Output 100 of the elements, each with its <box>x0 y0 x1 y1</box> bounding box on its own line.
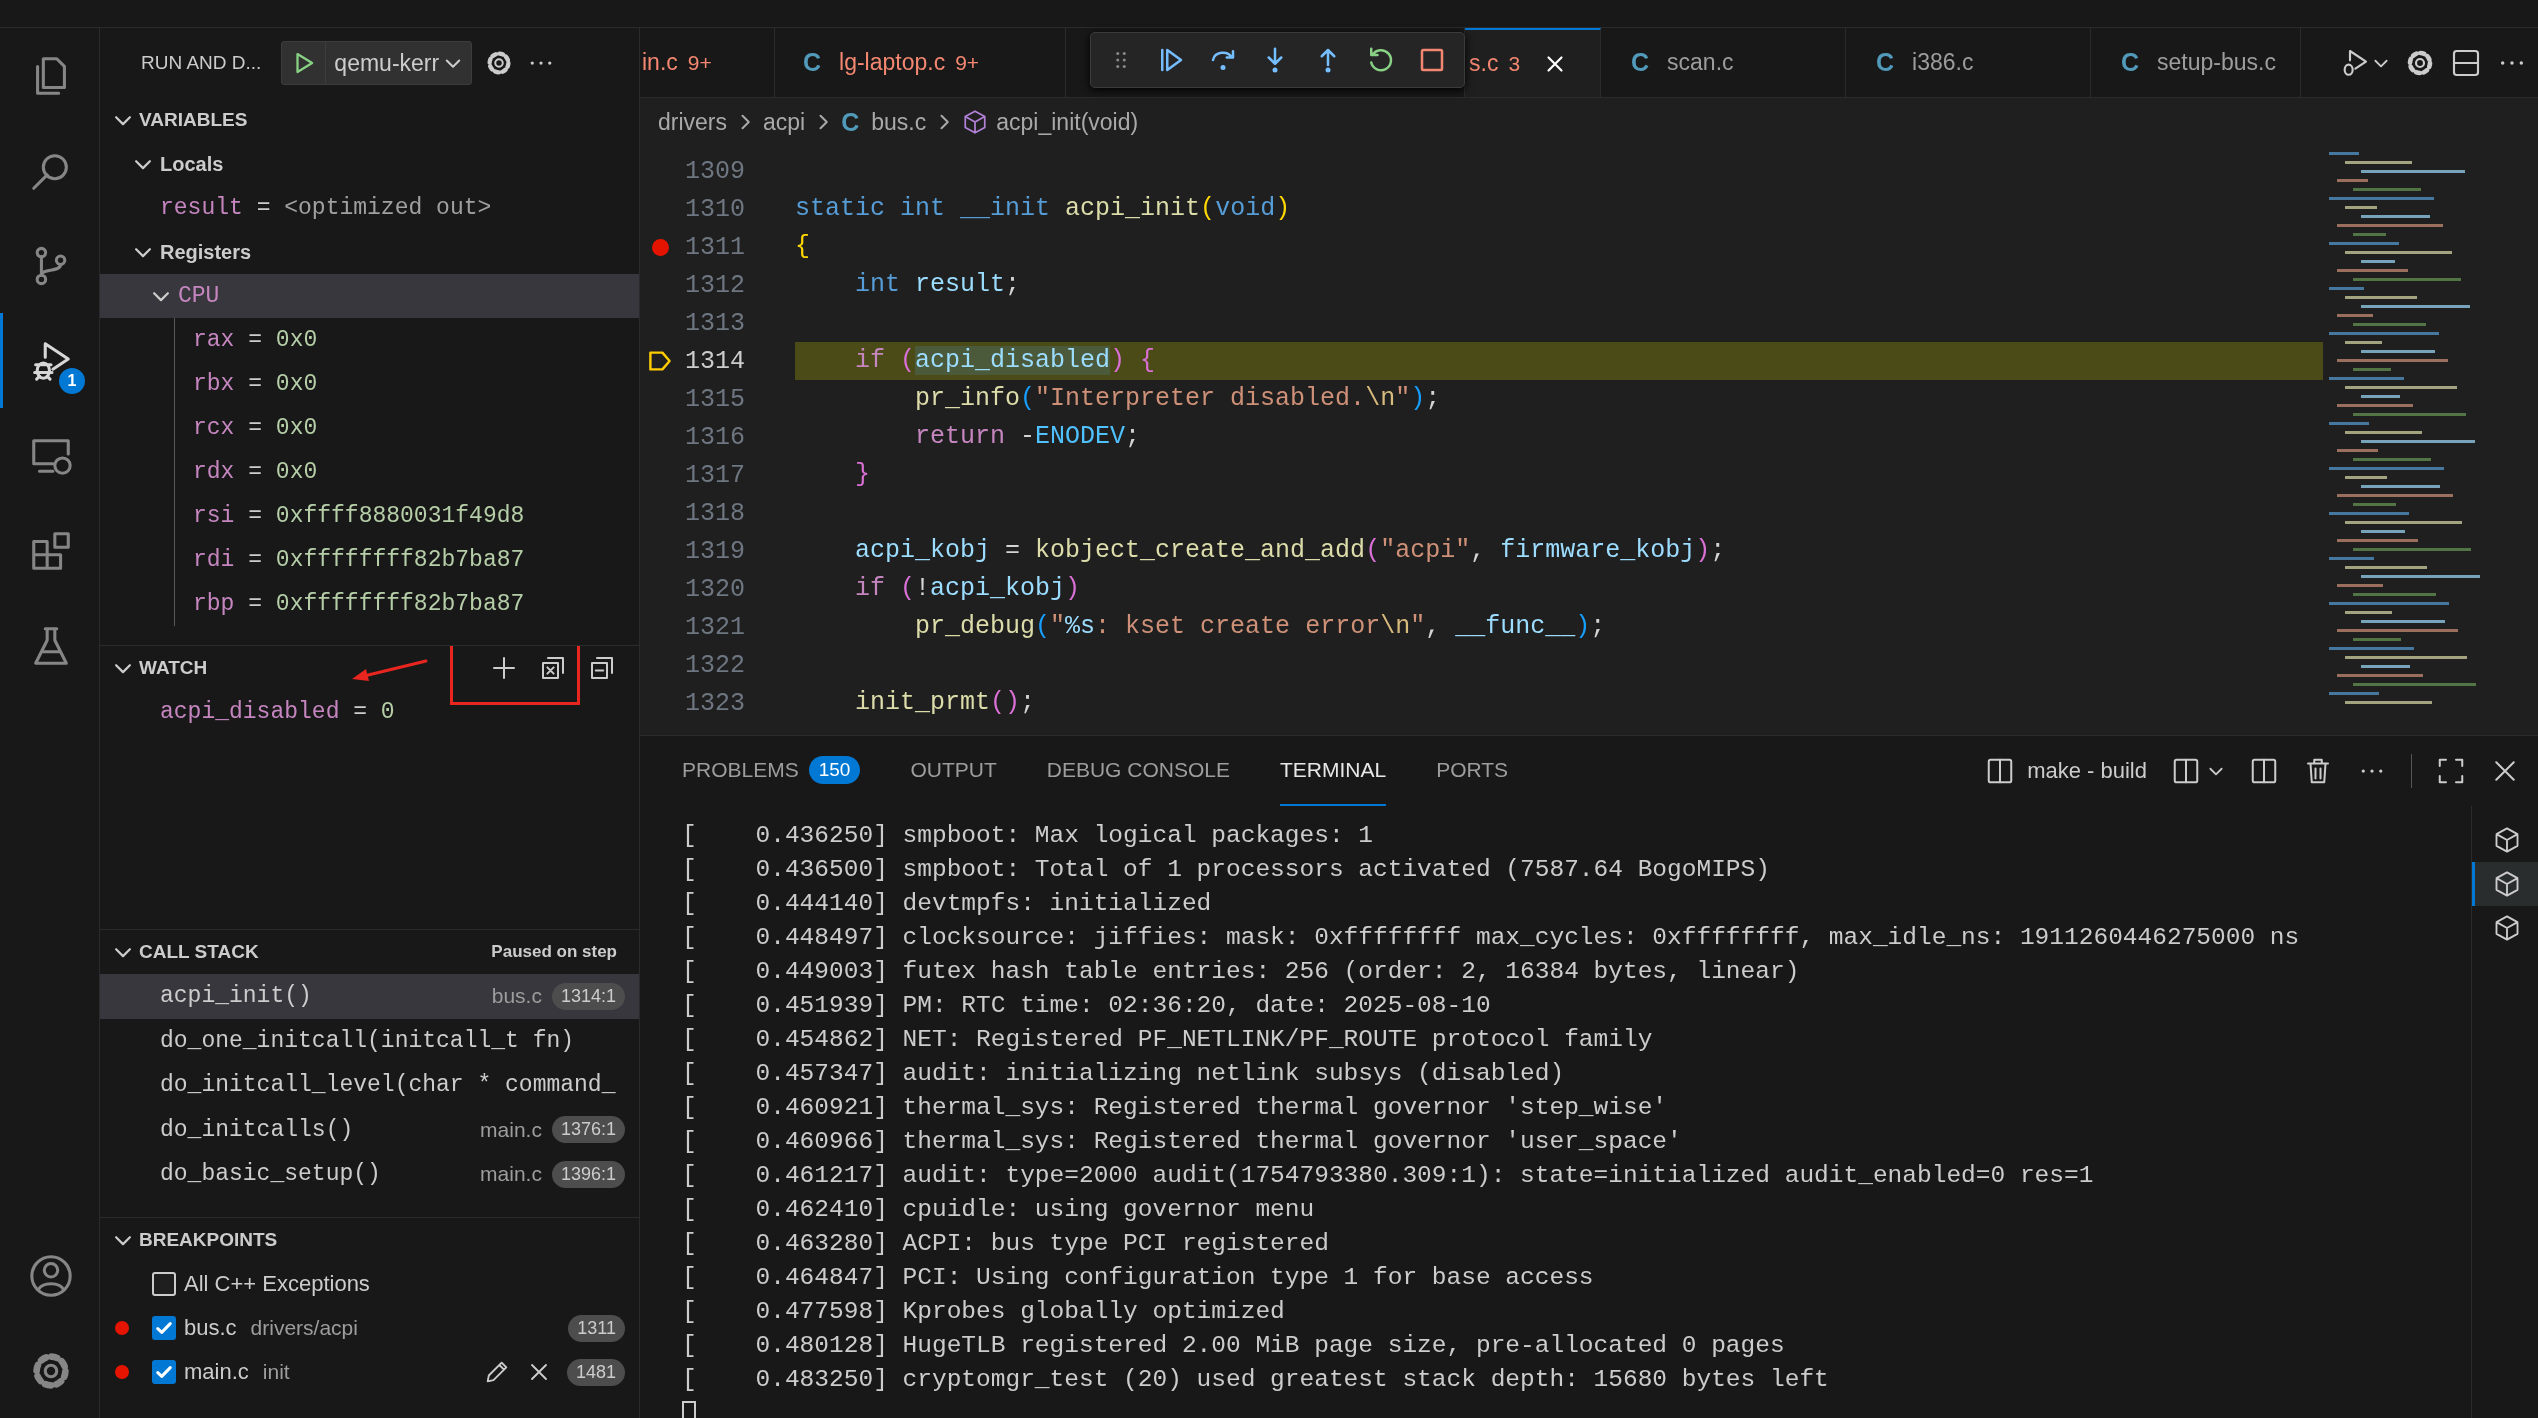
breakpoint-icon[interactable] <box>651 238 669 256</box>
panel-tab[interactable]: PROBLEMS 150 <box>682 736 861 806</box>
terminal-line: [ 0.454862] NET: Registered PF_NETLINK/PF_ROUTE protocol family <box>682 1025 1654 1055</box>
code-line: pr_debug("%s: kset create error\n", __func__); <box>914 611 1607 643</box>
line-number: 1309 <box>684 156 745 186</box>
watch-expression[interactable]: acpi_disabled = 0 <box>100 690 639 734</box>
terminal-line: [ 0.436500] smpboot: Total of 1 processors activated (7587.64 BogoMIPS) <box>682 855 1771 885</box>
person-icon <box>28 1252 74 1299</box>
frame-name: do_initcalls() <box>160 1116 355 1143</box>
checkbox[interactable] <box>152 1360 176 1384</box>
checkbox[interactable] <box>152 1316 176 1340</box>
terminal-line: [ 0.477598] Kprobes globally optimized <box>682 1297 1286 1327</box>
terminal-line: [ 0.461217] audit: type=2000 audit(1754793380.309:1): state=initialized audit_enabled=0 res=1 <box>682 1161 2095 1191</box>
variable-item[interactable]: rbx = 0x0 <box>175 362 639 406</box>
code-line: } <box>854 459 871 491</box>
frame-position-badge: 1376:1 <box>551 1116 625 1144</box>
terminal-name[interactable]: make - build <box>2027 758 2147 784</box>
call-stack-frame[interactable]: acpi_init() bus.c 1314:1 <box>100 974 639 1019</box>
frame-name: do_initcall_level(char * command_ <box>160 1072 617 1099</box>
section-header[interactable]: CALL STACK <box>100 930 473 974</box>
variable-item[interactable]: result = <optimized out> <box>100 186 639 230</box>
call-stack-frame[interactable]: do_basic_setup() main.c 1396:1 <box>100 1152 639 1197</box>
terminal-line: [ 0.451939] PM: RTC time: 02:36:20, date: 2025-08-10 <box>682 991 1492 1021</box>
call-stack-frame[interactable]: do_one_initcall(initcall_t fn) <box>100 1018 639 1063</box>
frame-file: main.c <box>480 1162 542 1187</box>
line-number: 1310 <box>684 194 745 224</box>
variable-item[interactable]: rcx = 0x0 <box>175 406 639 450</box>
terminal-line: [ 0.464847] PCI: Using configuration type 1 for base access <box>682 1263 1595 1293</box>
editor-tab[interactable]: C setup-bus.c <box>2091 28 2301 97</box>
variable-item[interactable]: rbp = 0xffffffff82b7ba87 <box>175 582 639 626</box>
line-number: 1314 <box>684 346 745 376</box>
terminal-line: [ 0.436250] smpboot: Max logical packages: 1 <box>682 821 1374 851</box>
count-badge: 150 <box>808 756 861 784</box>
sidebar-title: RUN AND D... <box>141 52 262 74</box>
code-line: pr_info("Interpreter disabled.\n"); <box>914 383 1442 415</box>
breadcrumb-item[interactable]: acpi_init(void) <box>996 108 1139 136</box>
breakpoint-label: main.c <box>184 1359 249 1385</box>
code-line: acpi_kobj = kobject_create_and_add("acpi", firmware_kobj); <box>854 535 1727 567</box>
maximize-icon[interactable] <box>2436 756 2466 786</box>
breakpoint-path: init <box>262 1360 290 1384</box>
tree-item[interactable]: CPU <box>100 274 639 318</box>
breakpoint-label: All C++ Exceptions <box>184 1271 370 1297</box>
panel-tab[interactable]: TERMINAL <box>1279 736 1387 806</box>
count-badge: 1 <box>59 368 85 394</box>
variable-item[interactable]: rdi = 0xffffffff82b7ba87 <box>175 538 639 582</box>
editor-tab[interactable]: s.c 3 <box>1465 28 1601 97</box>
terminal-line: [ 0.483250] cryptomgr_test (20) used greatest stack depth: 15680 bytes left <box>682 1365 1830 1395</box>
terminal-line: [ 0.463280] ACPI: bus type PCI registered <box>682 1229 1330 1259</box>
split-layout-icon[interactable] <box>2171 756 2201 786</box>
call-stack-frame[interactable]: do_initcall_level(char * command_ <box>100 1063 639 1108</box>
terminal-list-item[interactable] <box>2472 862 2538 906</box>
launch-config-select[interactable]: qemu-kerr <box>326 42 472 84</box>
panel-tab[interactable]: OUTPUT <box>910 736 997 806</box>
line-number: 1322 <box>684 650 745 680</box>
cube-icon <box>962 109 989 135</box>
debug-status: Paused on step <box>491 942 617 962</box>
terminal-line: [ 0.462410] cpuidle: using governor menu <box>682 1195 1316 1225</box>
editor-tab[interactable]: C scan.c <box>1601 28 1846 97</box>
editor-tab[interactable]: in.c 9+ <box>640 28 775 97</box>
code-line: { <box>795 231 811 263</box>
code-line: init_prmt(); <box>854 687 1037 719</box>
code-line: int result; <box>854 269 1022 301</box>
frame-position-badge: 1396:1 <box>551 1160 625 1188</box>
editor-tab[interactable]: C lg-laptop.c 9+ <box>775 28 1066 97</box>
code-line: return -ENODEV; <box>914 421 1142 453</box>
terminal-line: [ 0.460921] thermal_sys: Registered thermal governor 'step_wise' <box>682 1093 1669 1123</box>
breakpoint-icon <box>115 1321 129 1335</box>
breakpoint-path: drivers/acpi <box>250 1316 358 1340</box>
tree-item[interactable]: Registers <box>100 230 639 274</box>
breadcrumb-item[interactable]: acpi <box>763 108 806 136</box>
checkbox[interactable] <box>152 1272 176 1296</box>
call-stack-frame[interactable]: do_initcalls() main.c 1376:1 <box>100 1107 639 1152</box>
section-header[interactable]: BREAKPOINTS <box>100 1218 617 1262</box>
frame-position-badge: 1314:1 <box>551 982 625 1010</box>
tree-item[interactable]: Locals <box>100 142 639 186</box>
line-number: 1312 <box>684 270 745 300</box>
line-number: 1320 <box>684 574 745 604</box>
variable-item[interactable]: rdx = 0x0 <box>175 450 639 494</box>
frame-name: acpi_init() <box>160 983 313 1010</box>
editor-tab[interactable]: C i386.c <box>1846 28 2091 97</box>
breadcrumb-item[interactable]: bus.c <box>871 108 927 136</box>
terminal-line: [ 0.448497] clocksource: jiffies: mask: 0xffffffff max_cycles: 0xffffffff, max_idle_ns: 1911260446275000 ns <box>682 923 2301 953</box>
c-file-icon: C <box>841 107 860 137</box>
section-header[interactable]: VARIABLES <box>100 98 617 142</box>
line-number: 1313 <box>684 308 745 338</box>
terminal-line: [ 0.457347] audit: initializing netlink subsys (disabled) <box>682 1059 1566 1089</box>
panel-tab[interactable]: DEBUG CONSOLE <box>1046 736 1230 806</box>
frame-name: do_one_initcall(initcall_t fn) <box>160 1027 576 1054</box>
section-header[interactable]: WATCH <box>100 646 470 690</box>
terminal-line: [ 0.444140] devtmpfs: initialized <box>682 889 1213 919</box>
variable-item[interactable]: rsi = 0xffff8880031f49d8 <box>175 494 639 538</box>
line-number: 1321 <box>684 612 745 642</box>
breadcrumb-item[interactable]: drivers <box>658 108 727 136</box>
line-number: 1316 <box>684 422 745 452</box>
split-terminal-icon[interactable] <box>2249 756 2279 786</box>
frame-file: main.c <box>480 1117 542 1142</box>
variable-item[interactable]: rax = 0x0 <box>175 318 639 362</box>
line-number: 1323 <box>684 688 745 718</box>
panel-tab[interactable]: PORTS <box>1436 736 1509 806</box>
line-number-badge: 1481 <box>566 1358 625 1386</box>
